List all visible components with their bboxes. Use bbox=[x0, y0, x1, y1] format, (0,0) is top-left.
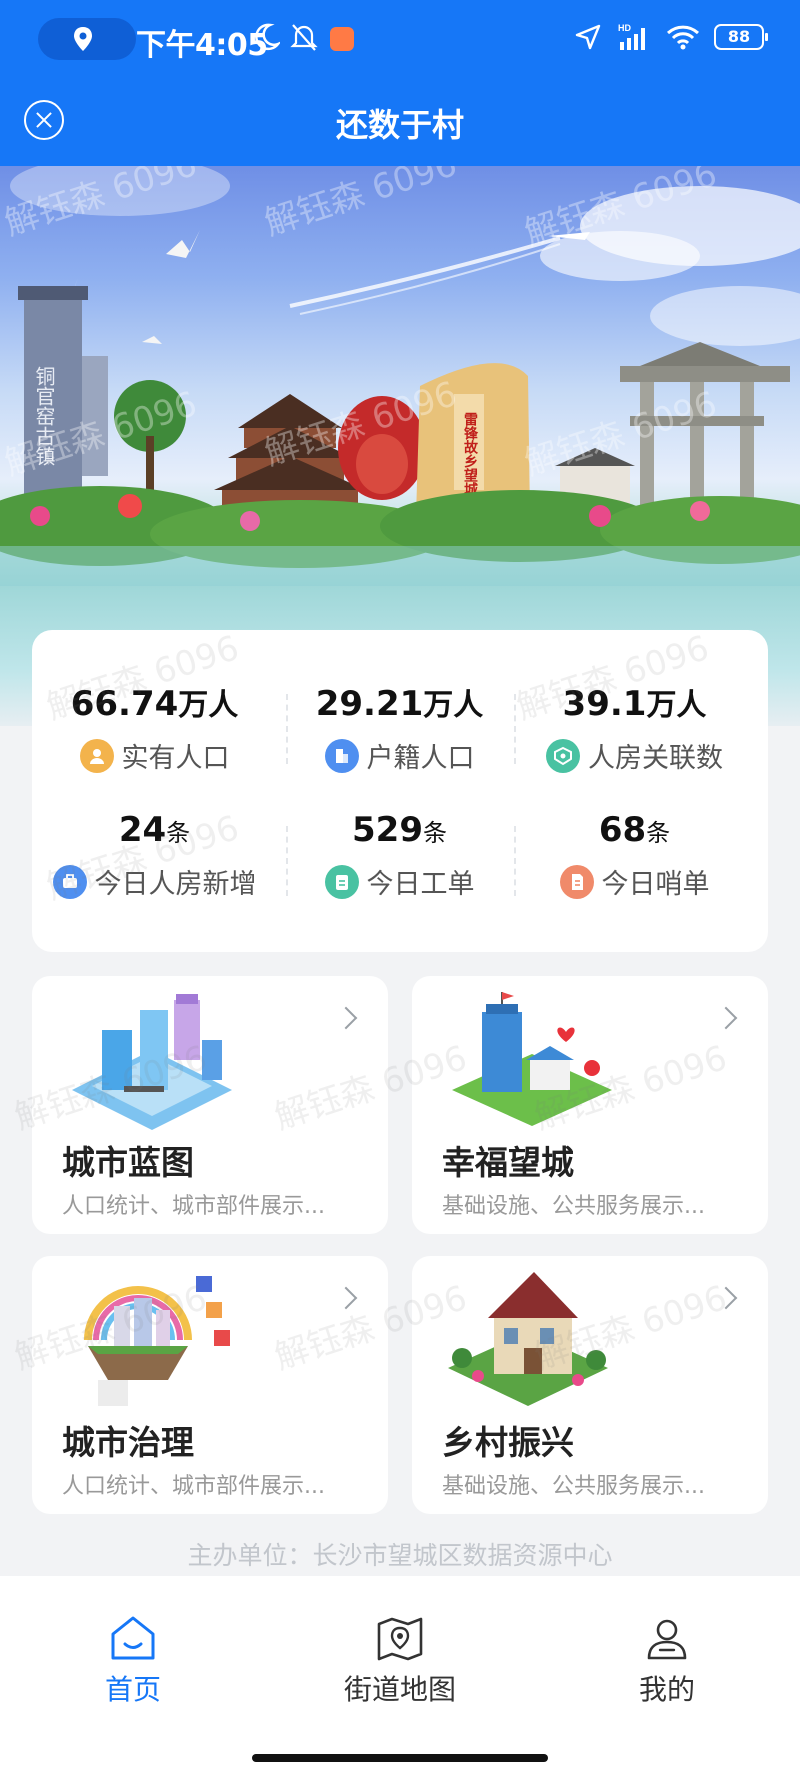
stat-unit: 条 bbox=[646, 819, 671, 847]
location-pin-icon bbox=[74, 27, 92, 51]
nav-label: 街道地图 bbox=[343, 1673, 456, 1706]
happy-city-illustration bbox=[452, 992, 612, 1126]
feature-card-city-governance[interactable]: 城市治理 人口统计、城市部件展示... bbox=[32, 1256, 388, 1514]
svg-text:雷锋故乡望城: 雷锋故乡望城 bbox=[462, 411, 478, 497]
feature-title: 城市蓝图 bbox=[62, 1143, 194, 1182]
feature-desc: 基础设施、公共服务展示... bbox=[442, 1474, 705, 1499]
feature-title: 城市治理 bbox=[62, 1423, 194, 1462]
stat-resident-population[interactable]: 66.74万人 实有人口 bbox=[32, 680, 277, 775]
stat-value: 68条 bbox=[512, 810, 757, 850]
stat-number: 39.1 bbox=[562, 684, 647, 724]
map-icon bbox=[377, 1617, 423, 1661]
stat-unit: 万人 bbox=[646, 688, 707, 723]
feature-card-happy-wangcheng[interactable]: 幸福望城 基础设施、公共服务展示... bbox=[412, 976, 768, 1234]
stat-registered-population[interactable]: 29.21万人 户籍人口 bbox=[277, 680, 522, 775]
stat-number: 24 bbox=[118, 810, 167, 850]
stat-label: 人房关联数 bbox=[588, 743, 723, 774]
chevron-right-icon bbox=[334, 1286, 358, 1310]
title-bar: 还数于村 bbox=[0, 78, 800, 166]
stats-card: 66.74万人 实有人口 29.21万人 户籍人口 39.1万人 人房关联数 2… bbox=[32, 628, 768, 952]
navigation-arrow-icon bbox=[575, 24, 601, 50]
stat-person-house-link[interactable]: 39.1万人 人房关联数 bbox=[512, 680, 757, 775]
building-icon bbox=[324, 738, 359, 773]
nav-label: 首页 bbox=[104, 1673, 161, 1706]
stat-today-alerts[interactable]: 68条 今日哨单 bbox=[512, 810, 757, 901]
stat-unit: 条 bbox=[422, 819, 447, 847]
stat-value: 39.1万人 bbox=[512, 680, 757, 724]
city-governance-illustration bbox=[84, 1276, 230, 1406]
bottom-nav: 首页 街道地图 我的 bbox=[0, 1576, 800, 1777]
feature-desc: 人口统计、城市部件展示... bbox=[62, 1194, 325, 1219]
svg-text:HD: HD bbox=[618, 23, 631, 33]
page-title: 还数于村 bbox=[335, 106, 464, 144]
stat-unit: 万人 bbox=[178, 688, 239, 723]
feature-title: 幸福望城 bbox=[442, 1143, 574, 1182]
stat-label: 实有人口 bbox=[121, 743, 230, 774]
rural-revitalization-illustration bbox=[448, 1272, 608, 1406]
moon-icon bbox=[255, 23, 280, 51]
document-icon bbox=[559, 864, 594, 899]
chevron-right-icon bbox=[334, 1006, 358, 1030]
stat-value: 29.21万人 bbox=[277, 680, 522, 724]
stat-value: 529条 bbox=[277, 810, 522, 850]
city-blueprint-illustration bbox=[72, 994, 232, 1130]
stat-label: 今日人房新增 bbox=[94, 869, 257, 900]
stat-label-row: 今日工单 bbox=[277, 862, 522, 901]
bell-muted-icon bbox=[290, 24, 318, 51]
nav-home[interactable]: 首页 bbox=[33, 1614, 233, 1708]
feature-desc: 人口统计、城市部件展示... bbox=[62, 1474, 325, 1499]
home-icon bbox=[111, 1616, 155, 1660]
feature-card-city-blueprint[interactable]: 城市蓝图 人口统计、城市部件展示... bbox=[32, 976, 388, 1234]
stat-number: 529 bbox=[352, 810, 423, 850]
stat-label: 今日工单 bbox=[366, 869, 475, 900]
stat-label-row: 人房关联数 bbox=[512, 736, 757, 775]
stat-number: 66.74 bbox=[70, 684, 179, 724]
stat-today-new-link[interactable]: 24条 今日人房新增 bbox=[32, 810, 277, 901]
status-right: HD 88 bbox=[574, 22, 768, 52]
stat-number: 29.21 bbox=[315, 684, 424, 724]
briefcase-icon bbox=[52, 864, 87, 899]
stat-label: 户籍人口 bbox=[366, 743, 475, 774]
stat-label: 今日哨单 bbox=[601, 869, 710, 900]
stat-label-row: 今日哨单 bbox=[512, 862, 757, 901]
chevron-right-icon bbox=[714, 1006, 738, 1030]
clipboard-icon bbox=[324, 864, 359, 899]
stat-label-row: 实有人口 bbox=[32, 736, 277, 775]
stat-label-row: 今日人房新增 bbox=[32, 862, 277, 901]
status-time: 下午4:05 bbox=[136, 28, 268, 63]
stat-unit: 万人 bbox=[423, 688, 484, 723]
stat-number: 68 bbox=[598, 810, 647, 850]
status-bar: 下午4:05 HD 88 bbox=[0, 0, 800, 78]
stat-value: 66.74万人 bbox=[32, 680, 277, 724]
notification-app-icon bbox=[330, 27, 354, 51]
chevron-right-icon bbox=[714, 1286, 738, 1310]
house-link-icon bbox=[546, 738, 580, 773]
stat-label-row: 户籍人口 bbox=[277, 736, 522, 775]
wifi-icon bbox=[666, 25, 700, 50]
feature-desc: 基础设施、公共服务展示... bbox=[442, 1194, 705, 1219]
person-icon bbox=[79, 738, 114, 773]
nav-label: 我的 bbox=[638, 1673, 695, 1706]
battery-indicator: 88 bbox=[714, 24, 768, 50]
profile-icon bbox=[647, 1619, 687, 1660]
nav-profile[interactable]: 我的 bbox=[567, 1614, 767, 1708]
nav-street-map[interactable]: 街道地图 bbox=[300, 1614, 500, 1708]
home-indicator[interactable] bbox=[252, 1754, 548, 1762]
svg-text:铜官窑古镇: 铜官窑古镇 bbox=[32, 366, 56, 466]
feature-title: 乡村振兴 bbox=[442, 1423, 574, 1462]
stat-unit: 条 bbox=[166, 819, 191, 847]
location-indicator bbox=[38, 18, 136, 60]
app-header: 下午4:05 HD 88 还数于村 bbox=[0, 0, 800, 166]
stat-value: 24条 bbox=[32, 810, 277, 850]
signal-icon: HD bbox=[618, 23, 645, 50]
stat-today-work-orders[interactable]: 529条 今日工单 bbox=[277, 810, 522, 901]
feature-card-rural-revitalization[interactable]: 乡村振兴 基础设施、公共服务展示... bbox=[412, 1256, 768, 1514]
sponsor-text: 主办单位：长沙市望城区数据资源中心 bbox=[187, 1541, 613, 1570]
